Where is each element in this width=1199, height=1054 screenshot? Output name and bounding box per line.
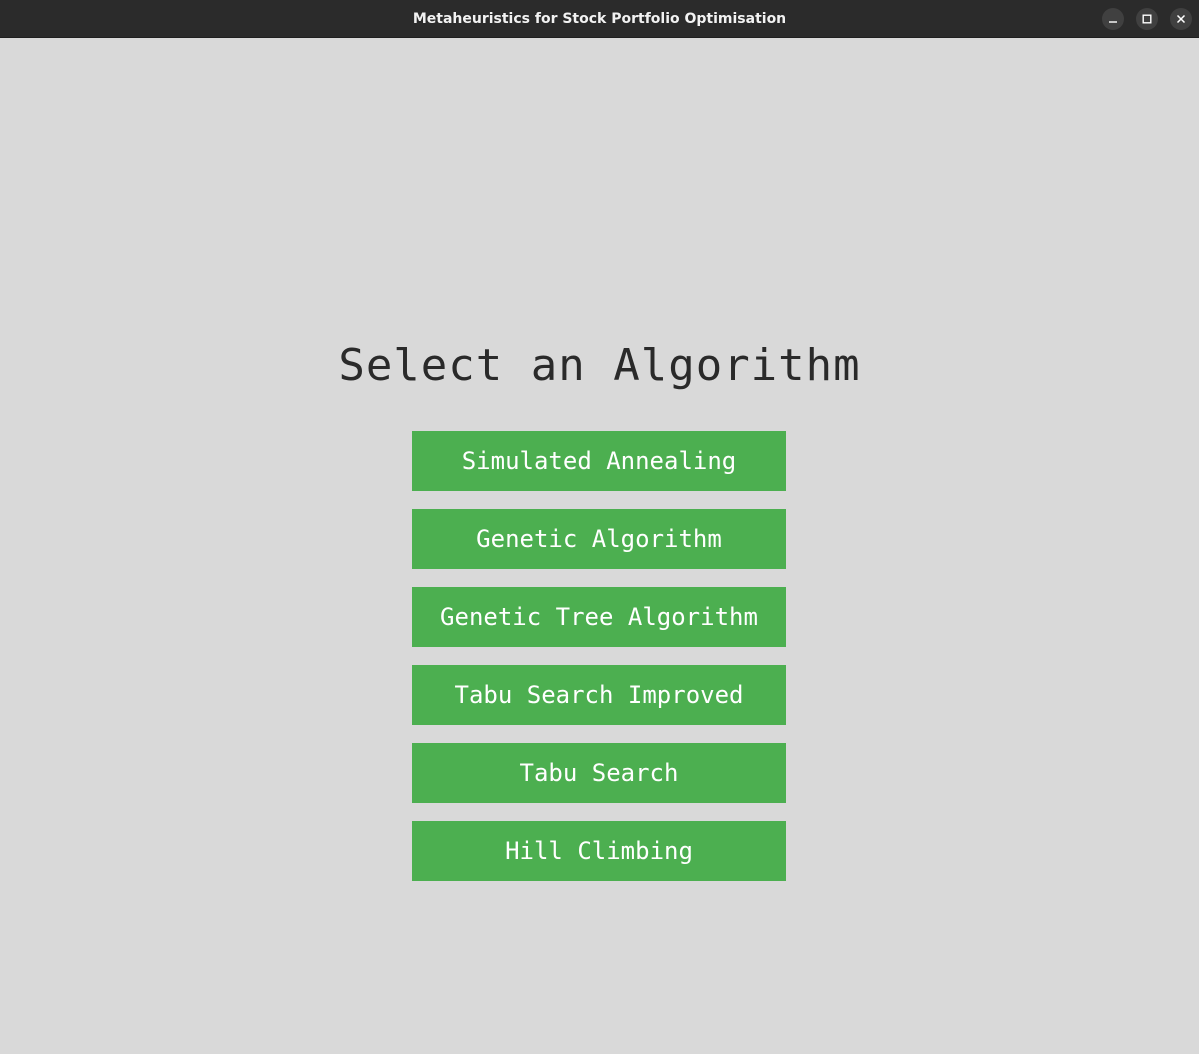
main-content: Select an Algorithm Simulated Annealing … [0,38,1199,1054]
close-button[interactable] [1170,8,1192,30]
genetic-tree-algorithm-button[interactable]: Genetic Tree Algorithm [412,587,786,647]
maximize-button[interactable] [1136,8,1158,30]
hill-climbing-button[interactable]: Hill Climbing [412,821,786,881]
simulated-annealing-button[interactable]: Simulated Annealing [412,431,786,491]
title-bar[interactable]: Metaheuristics for Stock Portfolio Optim… [0,0,1199,38]
window-title: Metaheuristics for Stock Portfolio Optim… [412,11,787,27]
tabu-search-improved-button[interactable]: Tabu Search Improved [412,665,786,725]
page-title: Select an Algorithm [338,340,861,391]
genetic-algorithm-button[interactable]: Genetic Algorithm [412,509,786,569]
app-window: Metaheuristics for Stock Portfolio Optim… [0,0,1199,1054]
maximize-icon [1142,14,1152,24]
algorithm-list: Simulated Annealing Genetic Algorithm Ge… [412,431,786,899]
minimize-icon [1109,21,1117,23]
tabu-search-button[interactable]: Tabu Search [412,743,786,803]
close-icon [1176,14,1186,24]
minimize-button[interactable] [1102,8,1124,30]
